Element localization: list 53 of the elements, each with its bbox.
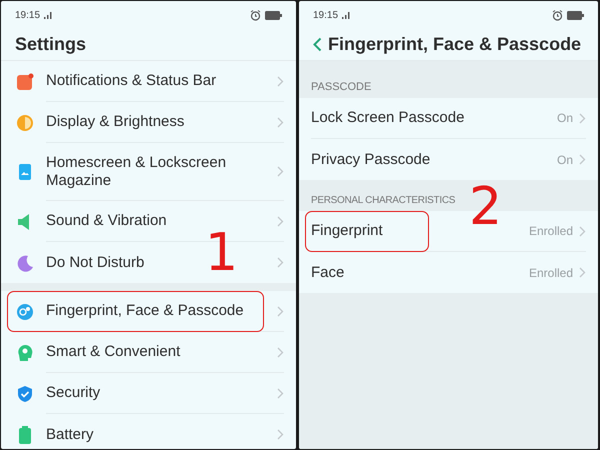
setting-label[interactable]: Fingerprint, Face & Passcode xyxy=(46,298,244,324)
fingerprint-icon xyxy=(16,302,34,320)
setting-label[interactable]: Fingerprint xyxy=(311,218,383,244)
alarm-icon xyxy=(250,10,261,20)
chevron-icon xyxy=(579,154,586,165)
battery-status-icon xyxy=(567,10,584,20)
chevron-icon xyxy=(277,257,284,268)
setting-value: Enrolled xyxy=(528,224,573,238)
chevron-icon xyxy=(277,429,284,440)
chevron-icon xyxy=(277,116,284,128)
setting-value: On xyxy=(556,111,573,125)
chevron-icon xyxy=(579,112,586,124)
screen-title: Fingerprint, Face & Passcode xyxy=(328,34,582,55)
wallpaper-icon xyxy=(16,163,34,181)
setting-label[interactable]: Battery xyxy=(46,422,94,448)
battery-status-icon xyxy=(265,10,282,20)
setting-label[interactable]: Do Not Disturb xyxy=(46,250,144,276)
step-number: 1 xyxy=(205,227,238,279)
setting-value: On xyxy=(556,152,573,166)
setting-label[interactable]: Privacy Passcode xyxy=(311,146,430,172)
section-header: PASSCODE xyxy=(311,81,372,93)
setting-label[interactable]: Smart & Convenient xyxy=(46,339,180,365)
chevron-icon xyxy=(277,216,284,226)
chevron-icon xyxy=(579,267,586,278)
notification-icon xyxy=(16,72,34,90)
setting-label[interactable]: Homescreen & Lockscreen Magazine xyxy=(46,150,277,194)
chevron-icon xyxy=(579,226,586,236)
signal-icon xyxy=(44,12,54,18)
chevron-icon xyxy=(277,76,284,86)
setting-label[interactable]: Notifications & Status Bar xyxy=(46,68,216,94)
screen-title: Settings xyxy=(15,34,86,55)
brightness-icon xyxy=(16,114,34,132)
head-icon xyxy=(16,344,34,362)
step-number: 2 xyxy=(469,181,502,233)
setting-label[interactable]: Sound & Vibration xyxy=(46,208,167,234)
setting-value: Enrolled xyxy=(528,266,573,280)
chevron-icon xyxy=(277,346,284,358)
shield-icon xyxy=(16,384,34,402)
signal-icon xyxy=(342,12,352,18)
setting-label[interactable]: Lock Screen Passcode xyxy=(311,105,464,131)
alarm-icon xyxy=(552,10,563,20)
setting-label[interactable]: Face xyxy=(311,260,344,286)
section-header: PERSONAL CHARACTERISTICS xyxy=(311,195,456,206)
chevron-icon xyxy=(277,166,284,177)
setting-label[interactable]: Security xyxy=(46,380,100,406)
battery-icon xyxy=(16,426,34,444)
setting-label[interactable]: Display & Brightness xyxy=(46,109,184,135)
back-icon[interactable] xyxy=(313,37,322,52)
status-time: 19:15 xyxy=(313,10,338,20)
moon-icon xyxy=(16,254,34,272)
chevron-icon xyxy=(277,306,284,316)
chevron-icon xyxy=(277,388,284,398)
status-time: 19:15 xyxy=(15,10,40,20)
